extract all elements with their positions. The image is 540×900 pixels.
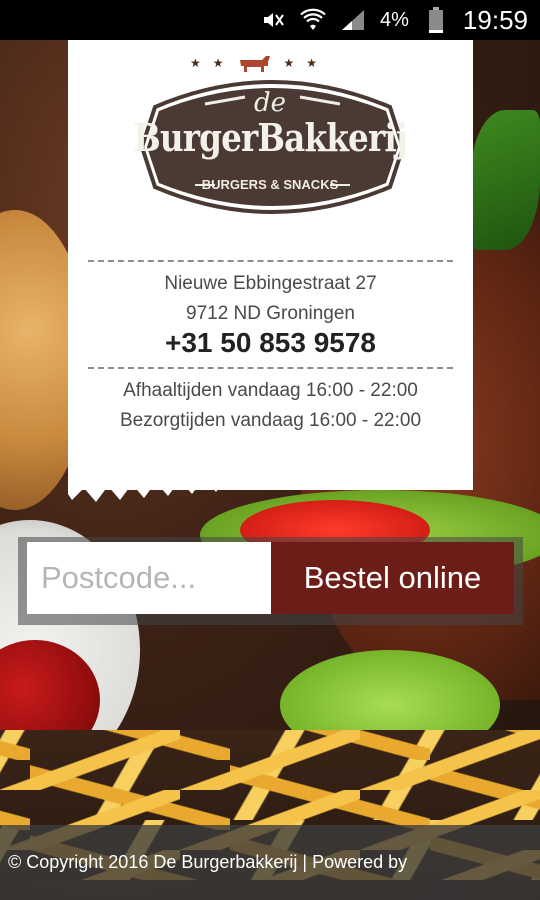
star-icon: ★ bbox=[212, 56, 224, 70]
status-bar: 4% 19:59 bbox=[0, 0, 540, 40]
logo-tagline: BURGERS & SNACKS bbox=[201, 177, 339, 192]
cow-icon bbox=[239, 56, 270, 72]
order-online-button[interactable]: Bestel online bbox=[271, 542, 514, 614]
signal-icon bbox=[340, 7, 366, 33]
receipt-torn-edge bbox=[68, 450, 473, 502]
postcode-input[interactable] bbox=[27, 542, 271, 614]
battery-percent: 4% bbox=[380, 8, 409, 31]
star-icon: ★ bbox=[306, 56, 318, 70]
dashed-divider bbox=[88, 367, 453, 369]
wifi-icon bbox=[300, 7, 326, 33]
pickup-hours: Afhaaltijden vandaag 16:00 - 22:00 bbox=[123, 380, 418, 401]
logo-title: BurgerBakkerij bbox=[133, 115, 408, 160]
status-clock: 19:59 bbox=[462, 4, 528, 35]
dashed-divider bbox=[88, 260, 453, 262]
address-city: 9712 ND Groningen bbox=[186, 303, 355, 324]
logo-stars: ★ ★ ★ ★ bbox=[190, 52, 317, 74]
logo-prefix: de bbox=[253, 88, 287, 118]
copyright-text: © Copyright 2016 De Burgerbakkerij | Pow… bbox=[8, 852, 408, 872]
mute-icon bbox=[260, 7, 286, 33]
star-icon: ★ bbox=[283, 56, 295, 70]
phone-number[interactable]: +31 50 853 9578 bbox=[68, 327, 473, 359]
footer: © Copyright 2016 De Burgerbakkerij | Pow… bbox=[0, 825, 540, 900]
star-icon: ★ bbox=[190, 56, 201, 70]
address-street: Nieuwe Ebbingestraat 27 bbox=[164, 273, 377, 294]
battery-icon bbox=[423, 7, 449, 33]
delivery-hours: Bezorgtijden vandaag 16:00 - 22:00 bbox=[119, 410, 422, 431]
